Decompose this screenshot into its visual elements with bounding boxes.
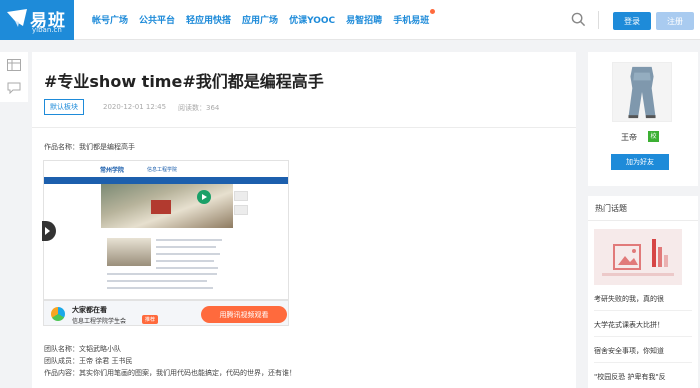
- embedded-widget: [234, 205, 248, 215]
- hot-topics-panel: 热门话题 考研失败的我，真的很 大学花式课表大比拼！ 宿舍安全事项，你知道 "校…: [588, 196, 698, 388]
- embedded-text-line: [156, 253, 220, 255]
- topic-separator: [594, 336, 692, 337]
- tencent-video-icon: [51, 307, 65, 321]
- nav-public-platform[interactable]: 公共平台: [139, 13, 175, 26]
- embedded-screenshot: 常州学院 信息工程学院: [43, 160, 289, 300]
- embedded-text-line: [107, 287, 213, 289]
- topic-image[interactable]: [594, 229, 682, 285]
- post-title: #专业show time#我们都是编程高手: [44, 72, 324, 91]
- topic-item[interactable]: 宿舍安全事项，你知道: [594, 346, 690, 356]
- list-icon[interactable]: [7, 59, 21, 71]
- read-count: 阅读数：364: [178, 104, 220, 112]
- avatar[interactable]: [612, 62, 672, 122]
- school-badge: 校: [648, 131, 659, 142]
- nav-app-plaza[interactable]: 应用广场: [242, 13, 278, 26]
- embedded-text-line: [107, 273, 217, 275]
- embedded-thumbnail: [107, 238, 151, 266]
- register-button[interactable]: 注册: [656, 12, 694, 30]
- embedded-header: 常州学院 信息工程学院: [44, 161, 288, 179]
- embedded-text-line: [156, 246, 216, 248]
- nav-yooc[interactable]: 优课YOOC: [289, 13, 335, 26]
- topics-divider: [588, 220, 698, 221]
- embedded-text-line: [156, 267, 218, 269]
- main-nav: 帐号广场 公共平台 轻应用快搭 应用广场 优课YOOC 易智招聘 手机易班: [92, 9, 440, 26]
- embedded-text-line: [156, 260, 214, 262]
- banner-line1: 大家都在看: [72, 306, 107, 314]
- left-tool-rail: [0, 52, 28, 102]
- login-button[interactable]: 登录: [613, 12, 651, 30]
- logo-mark-icon: [7, 9, 27, 27]
- nav-account-plaza[interactable]: 帐号广场: [92, 13, 128, 26]
- watch-in-tencent-button[interactable]: 用腾讯视频观看: [201, 306, 287, 323]
- hot-topics-heading: 热门话题: [595, 204, 627, 213]
- nav-mobile-yiban[interactable]: 手机易班: [393, 9, 436, 26]
- nav-recruitment[interactable]: 易智招聘: [346, 13, 382, 26]
- work-name: 作品名称：我们都是编程高手: [44, 143, 135, 151]
- embedded-hero-image: [101, 184, 233, 228]
- nav-light-app-builder[interactable]: 轻应用快搭: [186, 13, 231, 26]
- search-icon[interactable]: [571, 12, 586, 27]
- embedded-text-line: [107, 280, 207, 282]
- header-divider: [598, 11, 599, 29]
- team-members: 团队成员：王帝 徐君 王书民: [44, 357, 133, 365]
- logo-subtext: yiban.cn: [32, 26, 62, 34]
- author-card: 王帝 校 加为好友: [588, 52, 698, 186]
- title-divider: [32, 127, 576, 128]
- embedded-widget: [234, 191, 248, 201]
- add-friend-button[interactable]: 加为好友: [611, 154, 669, 170]
- top-navbar: 易班 yiban.cn 帐号广场 公共平台 轻应用快搭 应用广场 优课YOOC …: [0, 0, 700, 40]
- recommend-badge: 推荐: [142, 315, 159, 324]
- post-date: 2020-12-01 12:45: [103, 103, 167, 111]
- work-content: 作品内容：其实你们用笔画的图案，我们用代码也能搞定，代码的世界，还有谁！: [44, 369, 296, 377]
- banner-line2: 信息工程学院学生会: [72, 318, 127, 325]
- hero-flag: [151, 200, 171, 214]
- post-card: #专业show time#我们都是编程高手 默认板块 2020-12-01 12…: [32, 52, 576, 388]
- comment-icon[interactable]: [7, 82, 21, 94]
- embedded-text-line: [156, 239, 222, 241]
- topic-item[interactable]: 大学花式课表大比拼！: [594, 320, 690, 330]
- team-name: 团队名称：文韬武略小队: [44, 345, 121, 353]
- topic-item[interactable]: 考研失败的我，真的很: [594, 294, 690, 304]
- video-banner: 大家都在看 信息工程学院学生会 推荐 用腾讯视频观看: [43, 300, 289, 326]
- topic-separator: [594, 362, 692, 363]
- yiban-logo[interactable]: 易班 yiban.cn: [0, 0, 74, 40]
- author-name[interactable]: 王帝: [621, 132, 637, 143]
- embedded-sub: 信息工程学院: [147, 167, 178, 173]
- embedded-logo: 常州学院: [100, 167, 125, 174]
- topic-separator: [594, 310, 692, 311]
- board-tag[interactable]: 默认板块: [44, 99, 84, 115]
- topic-item[interactable]: "校园反恐 护卑有我"反: [594, 372, 690, 382]
- play-icon[interactable]: [197, 190, 211, 204]
